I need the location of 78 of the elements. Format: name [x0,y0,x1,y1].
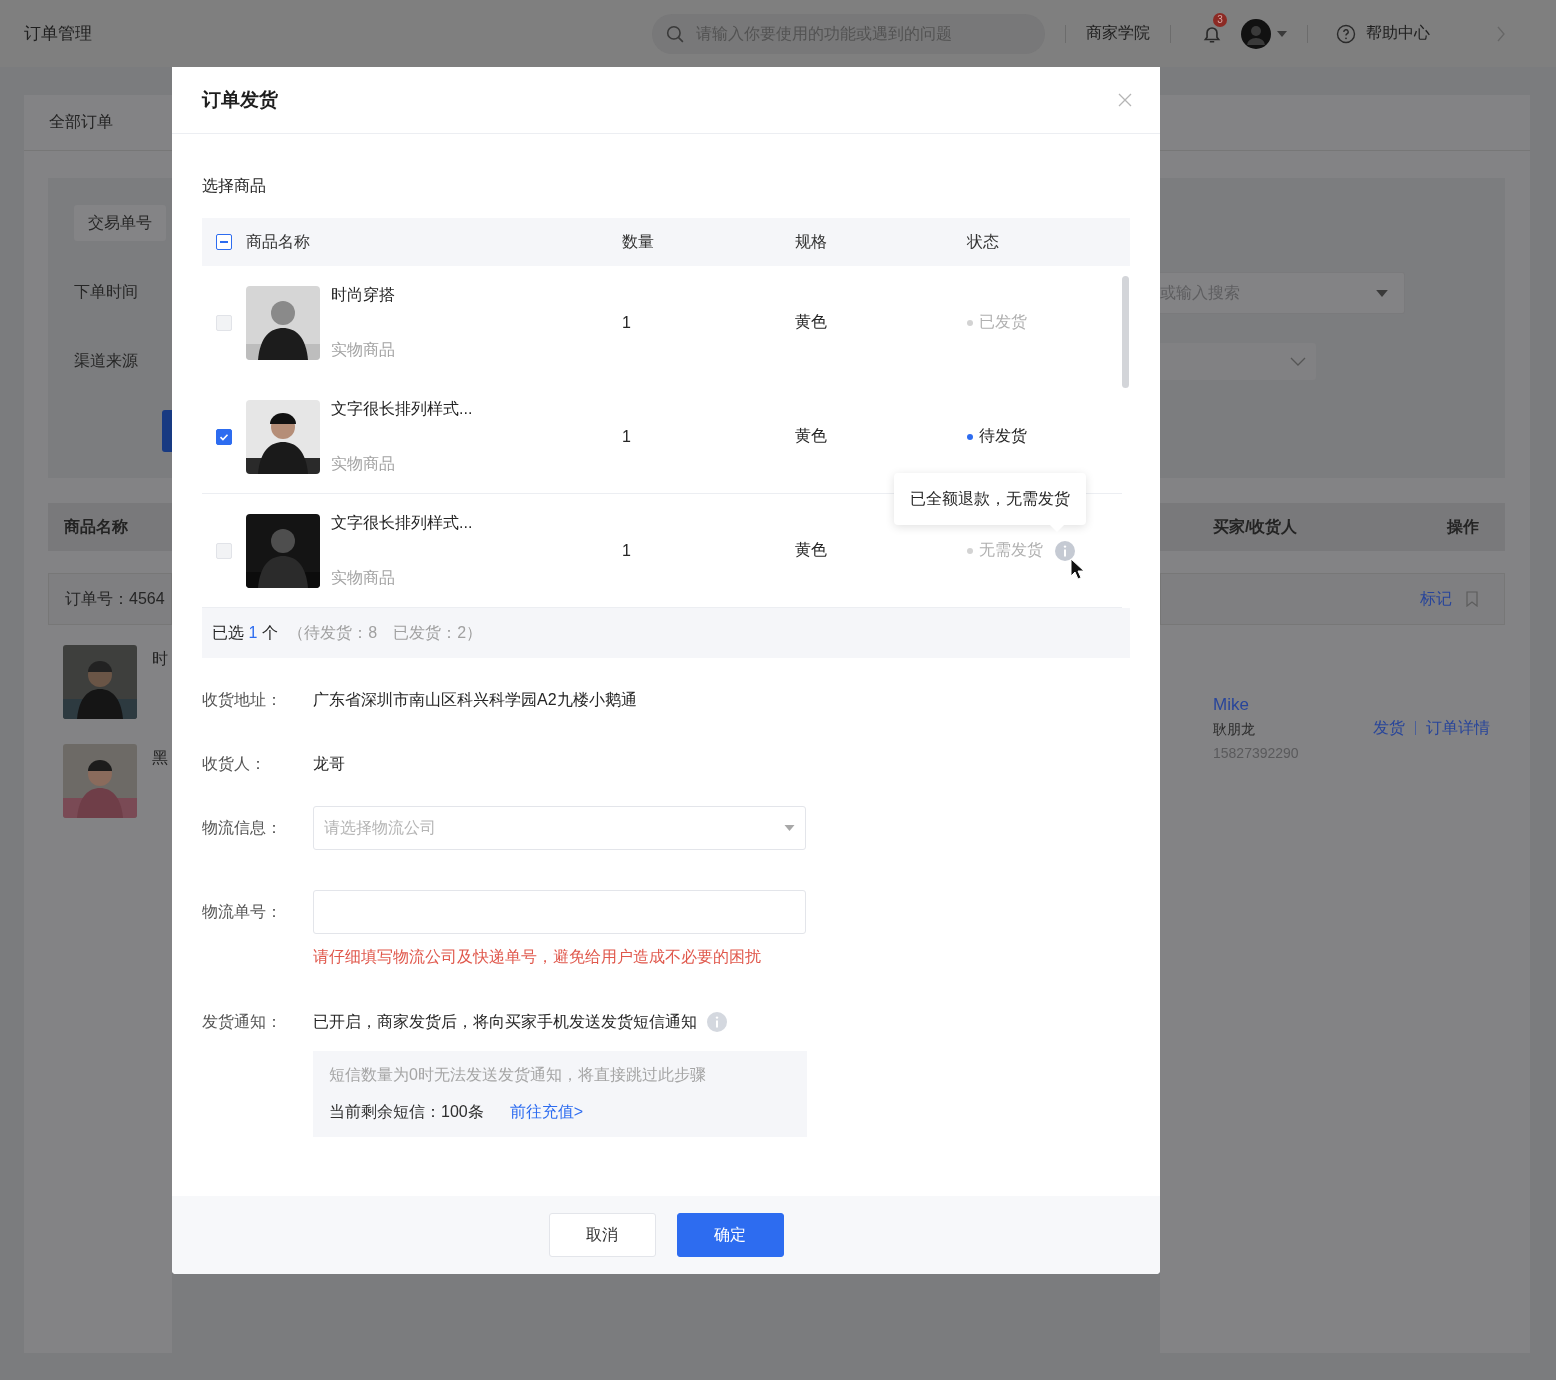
spec-cell-text: 黄色 [795,540,828,560]
product-name: 时 [152,649,168,669]
section-title: 选择商品 [202,176,267,196]
mark-link[interactable]: 标记 [1420,588,1452,610]
caret-icon [784,825,795,831]
quantity-cell-text: 1 [622,427,632,446]
product-type: 实物商品 [331,453,396,474]
buyer-nickname[interactable]: Mike [1213,695,1299,715]
scrollbar[interactable] [1122,276,1129,388]
chevron-right-icon[interactable] [1496,25,1506,42]
address-text: 广东省深圳市南山区科兴科学园A2九楼小鹅通 [313,689,637,710]
close-icon[interactable] [1118,93,1132,107]
cursor-icon [1070,558,1084,580]
product-name: 时尚穿搭 [331,284,395,305]
field-label: 收货地址： [202,689,283,710]
sms-remaining: 当前剩余短信：100条 [329,1102,484,1122]
warning-text: 请仔细填写物流公司及快递单号，避免给用户造成不必要的困扰 [313,947,762,967]
spec-cell-text: 黄色 [795,426,828,446]
help-center-link[interactable]: 帮助中心 [1366,23,1430,44]
caret-icon [1376,289,1388,297]
recharge-link[interactable]: 前往充值> [509,1102,584,1123]
channel-select[interactable] [1160,343,1316,380]
status-dot [967,319,973,326]
selection-summary: 已选 1 个 （待发货：8 已发货：2） [202,608,1130,658]
row-checkbox[interactable] [216,428,232,445]
field-label: 收货人： [202,753,267,774]
status-text: 无需发货 [979,540,1043,560]
caret-icon[interactable] [1277,30,1287,37]
column-header: 规格 [795,231,828,252]
quantity-cell-text: 1 [622,313,632,332]
logistics-select[interactable]: 请选择物流公司 [313,806,806,850]
notice-text: 短信数量为0时无法发送发货通知，将直接跳过此步骤 [329,1065,707,1085]
bookmark-icon[interactable] [1466,591,1478,607]
column-header: 商品名称 [64,516,128,537]
buyer-name: 耿朋龙 [1213,721,1256,739]
action-link[interactable]: 发货 [1373,717,1405,739]
status-text: 已发货 [979,312,1027,332]
avatar-icon[interactable] [1241,18,1271,49]
product-name: 文字很长排列样式... [331,398,473,419]
product-name: 文字很长排列样式... [331,512,473,533]
status-text: 待发货 [979,426,1027,446]
field-label: 发货通知： [202,1011,283,1032]
column-header: 买家/收货人 [1213,516,1298,538]
info-icon[interactable] [707,1012,727,1032]
product-name: 黑 [152,748,168,768]
notification-text: 已开启，商家发货后，将向买家手机发送发货短信通知 [313,1011,697,1032]
filter-label: 渠道来源 [74,351,138,371]
notification-badge: 3 [1213,12,1227,27]
info-icon[interactable] [1055,540,1075,561]
spec-cell-text: 黄色 [795,312,828,332]
quantity-cell-text: 1 [622,541,632,560]
order-type-select[interactable]: 交易单号 [74,205,166,241]
search-icon [666,24,684,43]
select-placeholder: 请选择物流公司 [324,817,436,838]
order-tab[interactable]: 全部订单 [49,112,113,133]
order-number: 订单号：4564 [65,588,165,609]
dialog-title: 订单发货 [202,88,278,112]
filter-label: 下单时间 [74,282,138,302]
field-label: 物流信息： [202,817,283,838]
confirm-button[interactable]: 确定 [676,1213,784,1257]
tracking-number-field[interactable] [313,890,806,934]
status-dot [967,433,973,440]
column-header: 商品名称 [246,231,311,252]
receiver-name: 龙哥 [313,753,345,774]
field-label: 物流单号： [202,901,283,922]
chevron-down-icon [1290,357,1306,366]
column-header: 操作 [1447,516,1479,537]
select-all-checkbox[interactable] [216,234,232,250]
action-link[interactable]: 订单详情 [1426,717,1490,739]
page-title: 订单管理 [24,23,92,45]
cancel-button[interactable]: 取消 [548,1213,656,1257]
column-header: 状态 [967,231,1000,252]
product-type: 实物商品 [331,567,396,588]
academy-link[interactable]: 商家学院 [1086,23,1150,44]
help-icon[interactable] [1336,23,1356,44]
status-dot [967,547,973,554]
column-header: 数量 [622,231,655,252]
product-type: 实物商品 [331,339,395,360]
